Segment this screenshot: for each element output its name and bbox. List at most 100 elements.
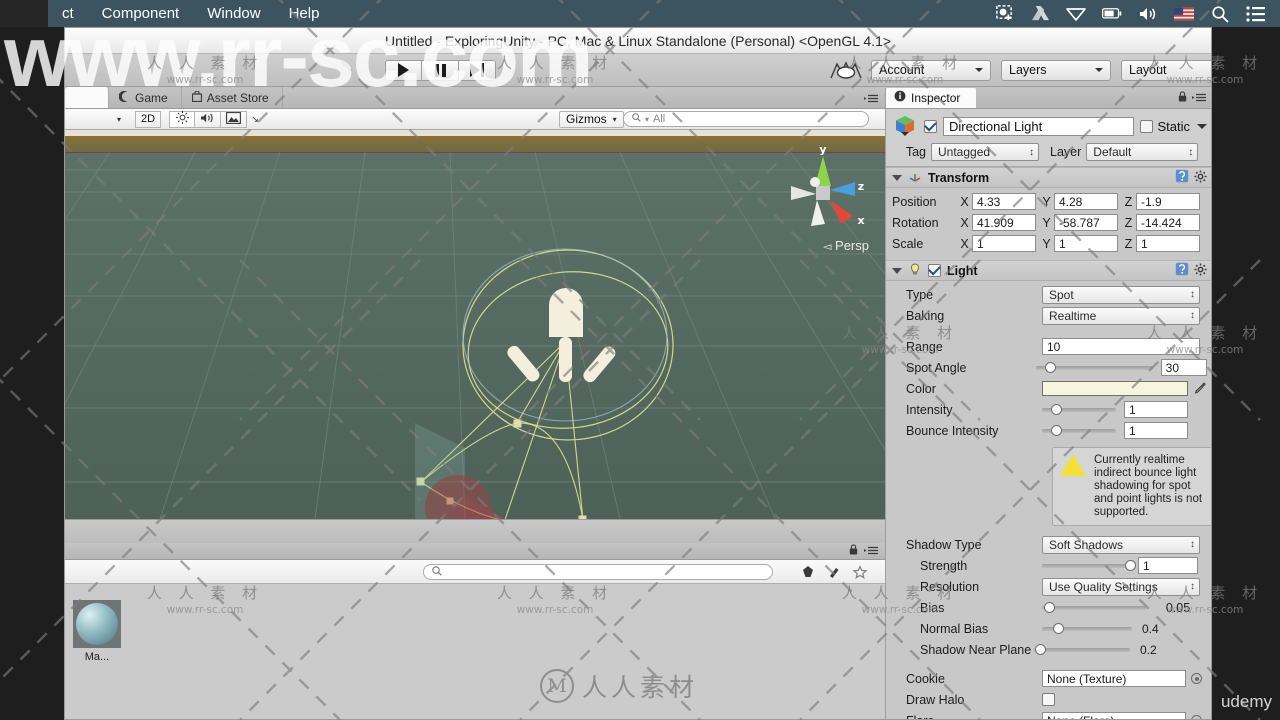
scene-audio-toggle[interactable] — [194, 110, 222, 128]
flare-object-picker-icon[interactable] — [1191, 715, 1202, 719]
project-asset-grid[interactable]: Ma... — [65, 584, 885, 719]
light-range-row: Range 10 — [892, 336, 1207, 357]
pause-button[interactable] — [422, 59, 459, 81]
favorite-star-icon[interactable] — [847, 561, 873, 583]
lock-icon[interactable] — [849, 544, 858, 558]
scale-y-field[interactable]: 1 — [1054, 235, 1118, 252]
tag-dropdown[interactable]: Untagged — [931, 143, 1039, 161]
static-toggle[interactable]: Static — [1140, 119, 1207, 134]
scene-viewport[interactable]: y z x ◅ Persp — [65, 130, 885, 519]
light-bias-field[interactable]: 0.05 — [1152, 601, 1204, 615]
menu-bar-items: ct Component Window Help — [48, 0, 333, 27]
position-y-field[interactable]: 4.28 — [1054, 193, 1118, 210]
battery-icon[interactable] — [1102, 4, 1122, 24]
foldout-arrow-icon[interactable] — [892, 267, 902, 274]
layers-dropdown[interactable]: Layers — [1001, 59, 1111, 81]
scale-z: Z1 — [1124, 235, 1200, 252]
tab-scene[interactable] — [65, 87, 109, 108]
gizmos-dropdown[interactable]: Gizmos ▾ — [559, 110, 624, 128]
play-button[interactable] — [385, 59, 422, 81]
google-drive-icon[interactable] — [1030, 4, 1050, 24]
layer-dropdown[interactable]: Default — [1086, 143, 1199, 161]
light-bounce-slider[interactable] — [1042, 422, 1116, 439]
scene-projection-label[interactable]: ◅ Persp — [823, 238, 869, 253]
scale-z-field[interactable]: 1 — [1136, 235, 1200, 252]
toggle-2d-button[interactable]: 2D — [135, 110, 162, 128]
object-active-checkbox[interactable] — [924, 119, 937, 133]
scale-x-field[interactable]: 1 — [972, 235, 1036, 252]
panel-menu-icon[interactable] — [864, 92, 879, 106]
light-range-field[interactable]: 10 — [1042, 338, 1200, 355]
menu-item-help[interactable]: Help — [275, 0, 334, 27]
rotation-x-field[interactable]: 41.909 — [972, 214, 1036, 231]
light-bias-slider[interactable] — [1042, 599, 1146, 616]
account-dropdown[interactable]: Account — [871, 59, 991, 81]
object-name-field[interactable]: Directional Light — [943, 116, 1135, 136]
list-item[interactable]: Ma... — [73, 600, 121, 663]
light-draw-halo-checkbox[interactable] — [1042, 693, 1055, 706]
spotlight-search-icon[interactable] — [1210, 4, 1230, 24]
position-z-field[interactable]: -1.9 — [1136, 193, 1200, 210]
rotation-z-field[interactable]: -14.424 — [1136, 214, 1200, 231]
notification-center-icon[interactable] — [1246, 4, 1266, 24]
project-search-input[interactable] — [423, 563, 773, 580]
unity-cloud-icon[interactable] — [829, 59, 863, 81]
menu-item-window[interactable]: Window — [193, 0, 274, 27]
layout-dropdown[interactable]: Layout — [1121, 59, 1211, 81]
light-spot-angle-slider[interactable] — [1036, 359, 1153, 376]
light-strength-field[interactable]: 1 — [1138, 557, 1198, 574]
light-enabled-checkbox[interactable] — [928, 264, 941, 277]
tab-game[interactable]: Game — [109, 87, 182, 108]
step-button[interactable] — [459, 59, 496, 81]
help-icon[interactable] — [1175, 169, 1189, 186]
light-color-swatch[interactable] — [1042, 381, 1188, 396]
light-shadow-near-field[interactable]: 0.2 — [1136, 641, 1194, 658]
cookie-object-picker-icon[interactable] — [1191, 673, 1202, 684]
light-shadow-near-slider[interactable] — [1034, 641, 1130, 658]
panel-menu-icon[interactable] — [1192, 91, 1207, 105]
light-spot-angle-field[interactable]: 30 — [1160, 359, 1207, 376]
scene-fx-dropdown[interactable]: ↘ — [246, 111, 264, 128]
light-shadow-type-dropdown[interactable]: Soft Shadows — [1042, 535, 1200, 554]
light-flare-field[interactable]: None (Flare) — [1042, 712, 1186, 719]
light-normal-bias-field[interactable]: 0.4 — [1138, 620, 1198, 637]
scene-search-input[interactable]: ▾ All — [623, 111, 869, 127]
wifi-icon[interactable] — [1066, 4, 1086, 24]
position-x-field[interactable]: 4.33 — [972, 193, 1036, 210]
project-panel-toolbar — [65, 560, 885, 584]
screenshot-icon[interactable] — [994, 4, 1014, 24]
scene-fx-toggle[interactable] — [220, 110, 248, 128]
lock-icon[interactable] — [1178, 91, 1187, 105]
filter-by-label-icon[interactable] — [821, 561, 847, 583]
panel-menu-icon[interactable] — [864, 544, 879, 558]
help-icon[interactable] — [1175, 262, 1189, 279]
tab-asset-store[interactable]: Asset Store — [182, 87, 283, 108]
light-cookie-field[interactable]: None (Texture) — [1042, 670, 1186, 687]
foldout-arrow-icon[interactable] — [892, 174, 902, 181]
light-intensity-slider[interactable] — [1042, 401, 1116, 418]
chevron-down-icon[interactable] — [1197, 123, 1207, 129]
light-bounce-field[interactable]: 1 — [1124, 422, 1188, 439]
rotation-y-field[interactable]: -58.787 — [1054, 214, 1118, 231]
draw-mode-dropdown[interactable]: ▾ — [111, 111, 127, 128]
gear-icon[interactable] — [1194, 262, 1207, 279]
component-header-light[interactable]: Light — [886, 260, 1211, 281]
volume-icon[interactable] — [1138, 4, 1158, 24]
component-header-transform[interactable]: Transform — [886, 167, 1211, 188]
filter-by-type-icon[interactable] — [795, 561, 821, 583]
static-checkbox[interactable] — [1140, 119, 1154, 133]
account-label: Account — [879, 63, 925, 77]
eyedropper-icon[interactable] — [1194, 381, 1207, 397]
scene-lighting-toggle[interactable] — [169, 110, 196, 128]
menu-item-component[interactable]: Component — [88, 0, 194, 27]
menu-item-ct[interactable]: ct — [48, 0, 88, 27]
light-resolution-dropdown[interactable]: Use Quality Settings — [1042, 577, 1200, 596]
tab-inspector[interactable]: Inspector — [886, 88, 977, 108]
light-normal-bias-slider[interactable] — [1042, 620, 1132, 637]
light-baking-dropdown[interactable]: Realtime — [1042, 306, 1200, 325]
light-type-dropdown[interactable]: Spot — [1042, 285, 1200, 304]
gear-icon[interactable] — [1194, 169, 1207, 186]
light-intensity-field[interactable]: 1 — [1124, 401, 1188, 418]
light-strength-slider[interactable] — [1042, 557, 1136, 574]
us-flag-icon[interactable] — [1174, 4, 1194, 24]
